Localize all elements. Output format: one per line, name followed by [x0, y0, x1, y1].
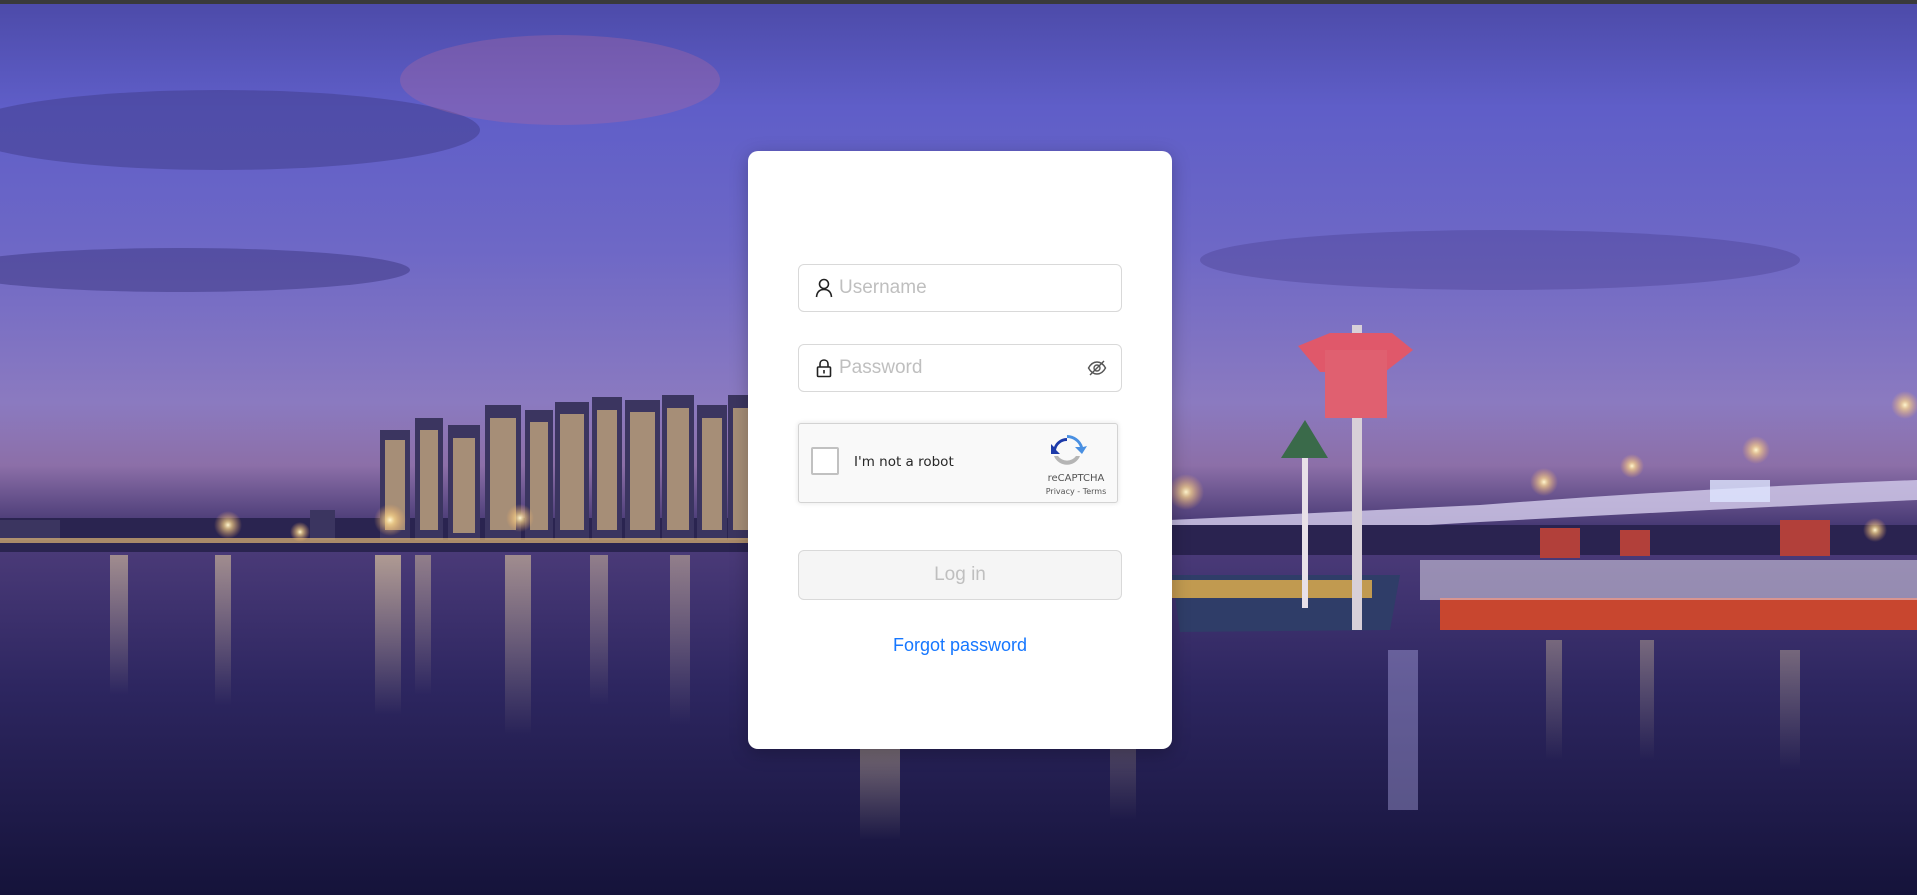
lock-icon [813, 357, 835, 379]
eye-off-icon[interactable] [1085, 356, 1109, 380]
recaptcha-terms-link[interactable]: Terms [1083, 487, 1107, 496]
login-card: I'm not a robot reCAPTCHA Privacy - Term… [748, 151, 1172, 749]
password-field[interactable] [798, 344, 1122, 392]
recaptcha-checkbox[interactable] [811, 447, 839, 475]
forgot-password-link[interactable]: Forgot password [748, 635, 1172, 656]
username-input[interactable] [839, 277, 1121, 299]
recaptcha-links: Privacy - Terms [1039, 487, 1113, 496]
recaptcha-label: I'm not a robot [854, 454, 954, 470]
recaptcha-logo-icon [1047, 434, 1087, 470]
username-field[interactable] [798, 264, 1122, 312]
login-button[interactable]: Log in [798, 550, 1122, 600]
recaptcha-brand: reCAPTCHA [1047, 473, 1105, 484]
user-icon [813, 277, 835, 299]
recaptcha-privacy-link[interactable]: Privacy [1046, 487, 1075, 496]
password-input[interactable] [839, 357, 1085, 379]
recaptcha-separator: - [1074, 487, 1083, 496]
recaptcha-widget: I'm not a robot reCAPTCHA Privacy - Term… [798, 423, 1118, 503]
